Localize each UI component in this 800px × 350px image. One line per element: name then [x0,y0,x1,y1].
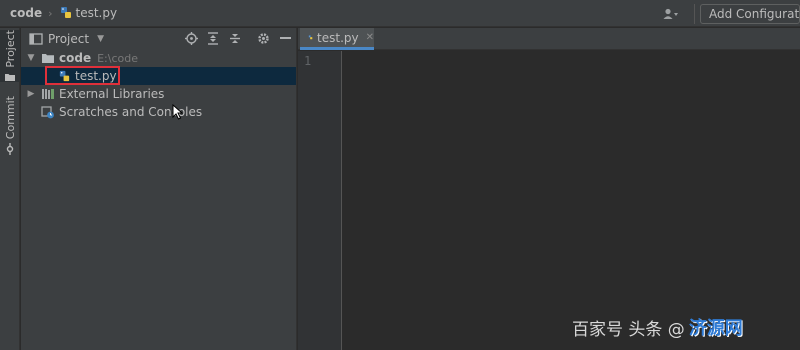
hide-panel-icon[interactable] [278,32,292,46]
project-panel-title[interactable]: Project [48,32,89,46]
tree-item-scratches[interactable]: Scratches and Consoles [21,103,296,121]
user-icon[interactable] [656,4,686,24]
breadcrumb-root[interactable]: code [10,6,42,20]
folder-icon [5,73,15,81]
libraries-icon [42,89,54,99]
watermark-text: 百家号 头条 @ [572,319,685,340]
editor-tab-test-py[interactable]: test.py ✕ [300,28,374,50]
editor-tab-label: test.py [317,30,359,45]
gear-icon[interactable] [256,32,270,46]
commit-icon [6,143,14,156]
watermark: 百家号 头条 @ 济源网 [572,314,743,340]
chevron-right-icon[interactable]: ▶ [25,89,37,99]
commit-tool-tab[interactable]: Commit [0,96,20,156]
tree-item-code[interactable]: ▼ code E:\code [21,49,296,67]
tree-item-test-py[interactable]: test.py [21,66,296,85]
folder-icon [42,54,54,63]
python-file-icon [308,35,313,40]
navigation-bar: code › test.py Add Configuration [0,0,800,27]
tree-external-label: External Libraries [59,87,165,101]
project-tool-label: Project [3,30,17,68]
line-number-gutter: 1 [298,51,342,350]
code-editor[interactable] [343,51,800,350]
tree-item-external-libraries[interactable]: ▶ External Libraries [21,85,296,103]
collapse-all-icon[interactable] [228,32,242,46]
project-tool-window: Project ▼ ▼ code E:\code test.py ▶ Exter… [21,28,297,350]
project-view-icon [29,32,43,45]
python-file-icon [60,7,71,18]
chevron-down-icon[interactable]: ▼ [25,53,37,63]
add-configuration-button[interactable]: Add Configuration [700,3,800,24]
editor-tab-bar: test.py ✕ [298,28,800,50]
breadcrumb-file-label: test.py [75,6,118,20]
project-tool-tab[interactable]: Project [0,30,20,82]
commit-tool-label: Commit [3,96,17,140]
scratches-icon [41,105,54,118]
expand-all-icon[interactable] [206,32,220,46]
highlight-box [45,66,120,85]
breadcrumb-file[interactable]: test.py [59,6,118,20]
mouse-cursor-icon [172,104,183,120]
close-icon[interactable]: ✕ [366,32,374,43]
breadcrumb-separator-icon: › [48,6,53,20]
project-panel-header: Project ▼ [21,28,296,49]
watermark-logo: 济源网 [688,318,743,339]
toolbar-divider [694,3,695,24]
tree-root-name: code [59,51,92,65]
line-number: 1 [304,54,312,68]
chevron-down-icon[interactable]: ▼ [97,34,104,44]
tree-root-path: E:\code [97,51,138,65]
locate-icon[interactable] [184,32,198,46]
tool-window-stripe: Project Commit [0,28,20,350]
